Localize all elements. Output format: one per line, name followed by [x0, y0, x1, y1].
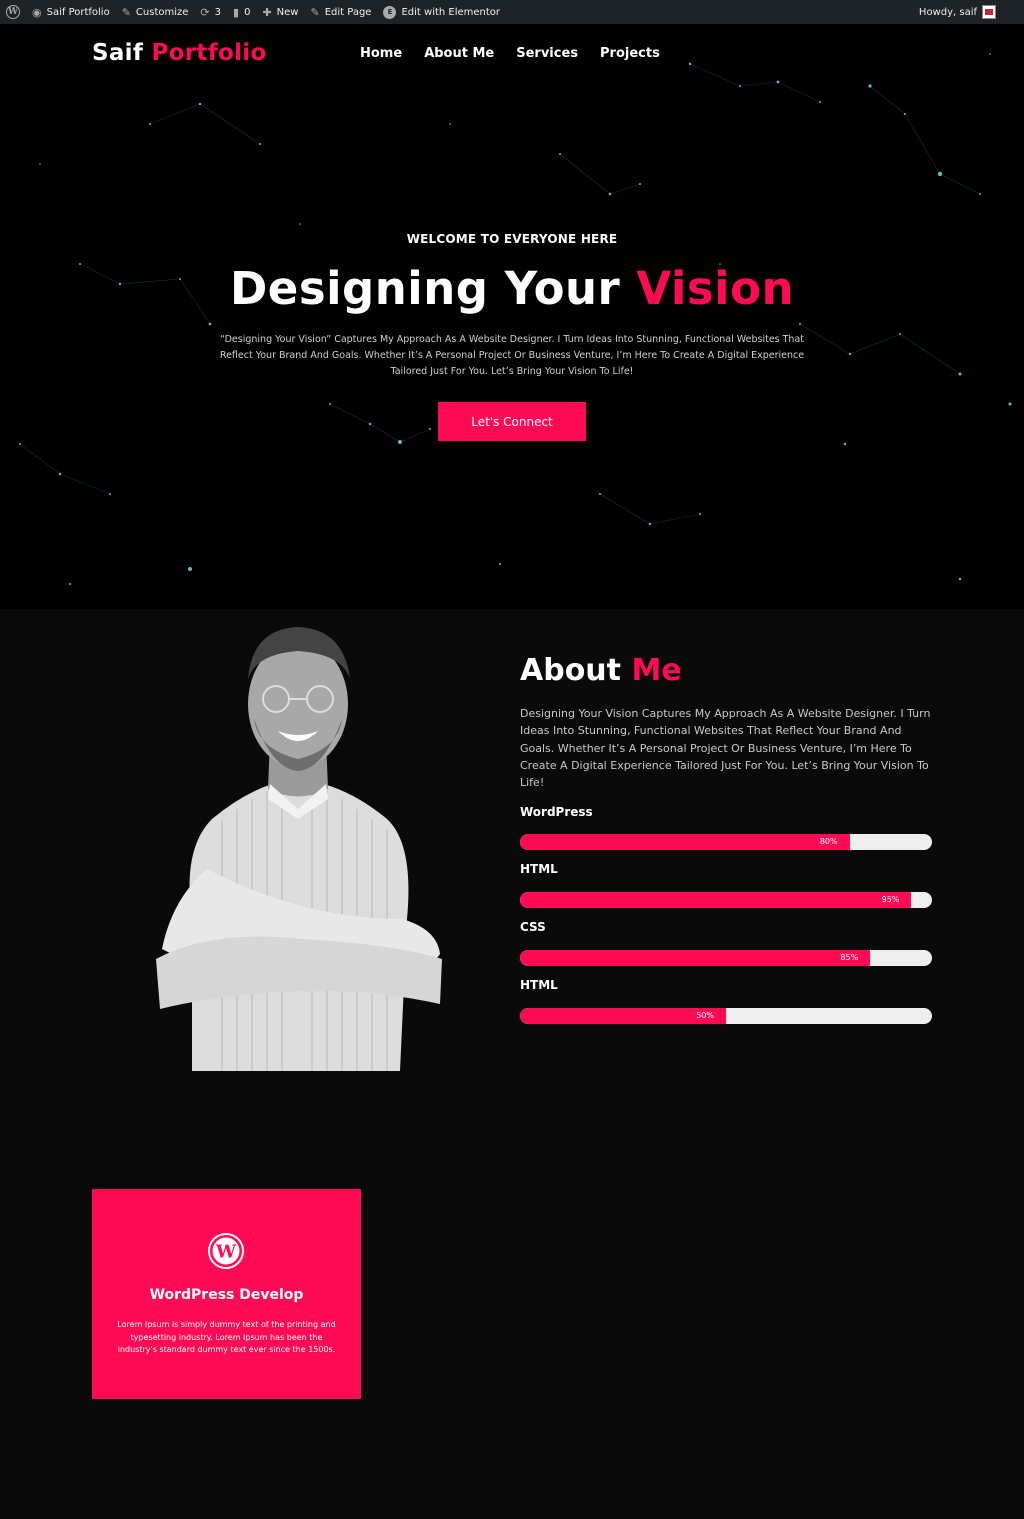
edit-elementor-link[interactable]: E Edit with Elementor	[377, 0, 506, 24]
svg-text:W: W	[215, 1242, 237, 1263]
starfield-background	[19, 53, 1012, 585]
profile-photo	[156, 627, 442, 1071]
edit-page-label: Edit Page	[324, 6, 372, 18]
site-name-label: Saif Portfolio	[46, 6, 110, 18]
skill-bar-html: 95%	[520, 892, 932, 908]
about-title-main: About	[520, 653, 622, 688]
account-menu[interactable]: Howdy, saif	[919, 5, 1024, 19]
site-name-menu[interactable]: ◉ Saif Portfolio	[26, 0, 116, 24]
hero-eyebrow: WELCOME TO EVERYONE HERE	[406, 232, 618, 246]
paintbrush-icon: ✎	[121, 5, 131, 19]
nav-services[interactable]: Services	[516, 46, 578, 61]
logo-accent-text: Portfolio	[151, 40, 267, 66]
about-section: About Me Designing Your Vision Captures …	[0, 609, 1024, 1519]
skill-bar-wordpress: 80%	[520, 834, 932, 850]
logo-main-text: Saif	[92, 40, 144, 66]
comments-count: 0	[244, 6, 251, 18]
howdy-label: Howdy, saif	[918, 6, 977, 18]
skill-bar-html-2: 50%	[520, 1008, 932, 1024]
edit-page-link[interactable]: ✎ Edit Page	[304, 0, 377, 24]
skill-percent: 50%	[696, 1011, 714, 1020]
hero-description: “Designing Your Vision” Captures My Appr…	[219, 334, 805, 377]
main-nav: Home About Me Services Projects	[360, 46, 660, 61]
new-content-menu[interactable]: ✚ New	[256, 0, 304, 24]
about-description: Designing Your Vision Captures My Approa…	[520, 707, 931, 790]
updates-link[interactable]: ⟳ 3	[194, 0, 227, 24]
skill-label-html-2: HTML	[520, 978, 558, 992]
comment-icon: ▮	[233, 5, 240, 19]
wp-menu[interactable]: W	[0, 0, 26, 24]
skill-bar-css: 85%	[520, 950, 932, 966]
hero-section: Saif Portfolio Home About Me Services Pr…	[0, 24, 1024, 609]
updates-icon: ⟳	[200, 5, 210, 19]
wordpress-logo-icon: W	[6, 5, 20, 19]
about-title-accent: Me	[631, 653, 682, 688]
wordpress-icon: W	[208, 1233, 244, 1269]
about-title: About Me	[520, 653, 682, 688]
new-label: New	[276, 6, 299, 18]
skill-fill: 85%	[520, 950, 871, 966]
updates-count: 3	[214, 6, 222, 18]
skill-fill: 80%	[520, 834, 850, 850]
service-card-title: WordPress Develop	[149, 1287, 304, 1303]
skill-label-wordpress: WordPress	[520, 805, 593, 819]
service-card-wordpress[interactable]: W WordPress Develop Lorem Ipsum is simpl…	[92, 1189, 361, 1399]
plus-icon: ✚	[262, 5, 272, 19]
hero-title-accent: Vision	[636, 262, 795, 315]
nav-about-me[interactable]: About Me	[424, 46, 494, 61]
skill-percent: 80%	[819, 837, 838, 846]
lets-connect-button[interactable]: Let's Connect	[438, 402, 586, 441]
hero-title: Designing Your Vision	[0, 262, 1024, 315]
nav-projects[interactable]: Projects	[600, 46, 660, 61]
admin-bar: W ◉ Saif Portfolio ✎ Customize ⟳ 3 ▮ 0 ✚…	[0, 0, 1024, 24]
elementor-icon: E	[383, 5, 397, 19]
skill-label-html: HTML	[520, 862, 558, 876]
avatar	[982, 5, 996, 19]
skill-percent: 95%	[881, 895, 900, 904]
service-card-text: Lorem Ipsum is simply dummy text of the …	[117, 1320, 336, 1354]
nav-home[interactable]: Home	[360, 46, 402, 61]
customize-label: Customize	[135, 6, 189, 18]
edit-elementor-label: Edit with Elementor	[401, 6, 501, 18]
customize-link[interactable]: ✎ Customize	[116, 0, 195, 24]
skill-label-css: CSS	[520, 920, 546, 934]
dashboard-icon: ◉	[32, 5, 42, 19]
skill-fill: 95%	[520, 892, 912, 908]
pencil-icon: ✎	[310, 5, 320, 19]
site-logo[interactable]: Saif Portfolio	[92, 40, 267, 66]
hero-title-main: Designing Your	[229, 262, 621, 315]
skill-percent: 85%	[840, 953, 859, 962]
comments-link[interactable]: ▮ 0	[227, 0, 256, 24]
skill-fill: 50%	[520, 1008, 726, 1024]
